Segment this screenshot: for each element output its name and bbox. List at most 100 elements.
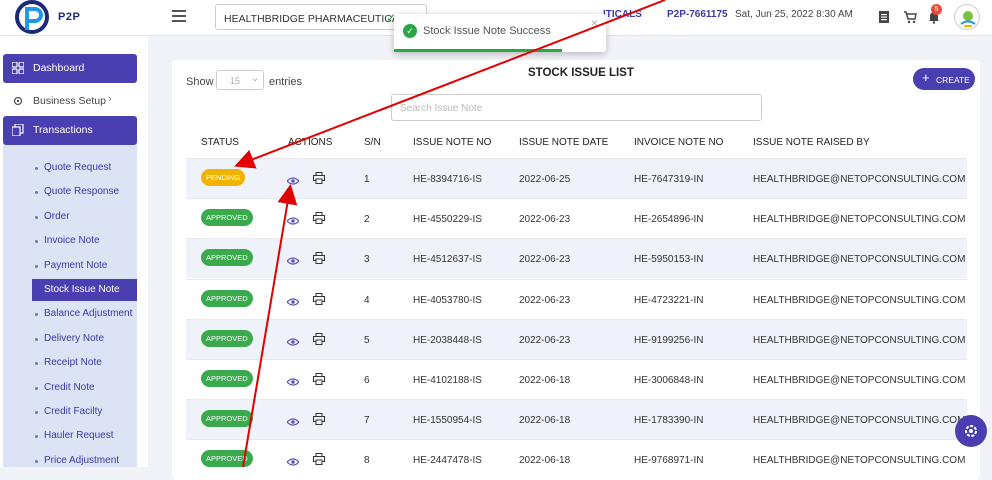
company-name: HEALTHBRIDGE PHARMACEUTICALS — [224, 13, 412, 25]
issue-note-no: HE-1550954-IS — [413, 415, 482, 427]
sidebar-subitem-label: Payment Note — [44, 259, 108, 271]
cart-icon[interactable] — [903, 10, 917, 24]
sidebar-subitem-payment-note[interactable]: Payment Note — [3, 255, 137, 277]
sidebar-item-transactions[interactable]: Transactions — [3, 116, 137, 145]
toast-message: Stock Issue Note Success — [423, 25, 551, 37]
status-badge: APPROVED — [201, 410, 253, 428]
stock-issue-card: Show 15 ⌄ entries STOCK ISSUE LIST + CRE… — [172, 60, 980, 480]
p2p-id: P2P-7661175 — [667, 9, 728, 20]
company-name-partial: ITICALS — [603, 9, 642, 20]
sidebar-subitem-order[interactable]: Order — [3, 206, 137, 228]
transactions-submenu: Quote Request Quote Response Order Invoice … — [3, 145, 137, 467]
issue-note-no: HE-4550229-IS — [413, 214, 482, 226]
column-header[interactable]: S/N — [364, 137, 381, 148]
status-badge: PENDING — [201, 169, 246, 186]
sidebar-subitem-credit-note[interactable]: Credit Note — [3, 377, 137, 399]
sidebar-subitem-hauler-request[interactable]: Hauler Request — [3, 425, 137, 447]
eye-icon[interactable] — [286, 213, 300, 225]
column-header[interactable]: ISSUE NOTE RAISED BY — [753, 137, 870, 148]
notification-badge: 5 — [931, 4, 942, 15]
sidebar-subitem-label: Price Adjustment — [44, 454, 120, 466]
invoice-note-no: HE-1783390-IN — [634, 415, 704, 427]
eye-icon[interactable] — [286, 334, 300, 346]
bullet-icon — [35, 411, 38, 414]
status-badge: APPROVED — [201, 450, 253, 468]
invoice-note-no: HE-2654896-IN — [634, 214, 704, 226]
serial-number: 8 — [364, 455, 370, 467]
user-avatar[interactable] — [954, 4, 980, 30]
sidebar-subitem-delivery-note[interactable]: Delivery Note — [3, 328, 137, 350]
issue-note-date: 2022-06-23 — [519, 334, 571, 346]
printer-icon[interactable] — [313, 292, 325, 305]
table-row: APPROVED 2 HE-4550229-IS 2022-06-23 HE-26548… — [186, 198, 967, 238]
sidebar-subitem-label: Credit Facilty — [44, 406, 103, 417]
bullet-icon — [35, 435, 38, 439]
table-row: APPROVED 8 HE-2447478-IS 2022-06-18 HE-97689… — [186, 439, 967, 479]
printer-icon[interactable] — [313, 251, 325, 265]
settings-fab[interactable] — [955, 415, 987, 447]
raised-by: HEALTHBRIDGE@NETOPCONSULTING.COM — [753, 415, 966, 427]
raised-by: HEALTHBRIDGE@NETOPCONSULTING.COM — [753, 214, 966, 226]
printer-icon[interactable] — [313, 372, 325, 385]
eye-icon[interactable] — [286, 253, 300, 265]
printer-icon[interactable] — [313, 211, 325, 225]
grid-icon — [12, 62, 24, 74]
entries-select[interactable]: 15 ⌄ — [216, 70, 264, 90]
bullet-icon — [35, 337, 38, 341]
table-row: APPROVED 3 HE-4512637-IS 2022-06-23 HE-59501… — [186, 238, 967, 279]
sidebar-subitem-label: Delivery Note — [44, 332, 105, 344]
create-button[interactable]: + CREATE — [913, 68, 975, 90]
bullet-icon — [35, 362, 38, 366]
column-header[interactable]: ISSUE NOTE DATE — [519, 137, 608, 148]
printer-icon[interactable] — [313, 412, 325, 426]
sidebar-subitem-label: Invoice Note — [44, 235, 100, 247]
eye-icon[interactable] — [286, 414, 300, 426]
sidebar-subitem-quote-request[interactable]: Quote Request — [3, 157, 137, 179]
column-header[interactable]: INVOICE NOTE NO — [634, 137, 723, 148]
printer-icon[interactable] — [313, 452, 325, 466]
column-header[interactable]: ISSUE NOTE NO — [413, 137, 491, 148]
issue-note-date: 2022-06-18 — [519, 455, 571, 467]
sidebar-subitem-receipt-note[interactable]: Receipt Note — [3, 352, 137, 374]
search-input[interactable]: Search Issue Note — [391, 94, 762, 121]
hamburger-icon[interactable] — [172, 10, 186, 22]
sidebar-subitem-label: Receipt Note — [44, 357, 102, 369]
status-badge: APPROVED — [201, 289, 253, 307]
copy-icon — [12, 124, 24, 136]
bullet-icon — [35, 240, 38, 244]
entries-value: 15 — [230, 76, 241, 86]
p2p-logo[interactable] — [14, 0, 54, 36]
sidebar-subitem-quote-response[interactable]: Quote Response — [3, 181, 137, 203]
entries-label: entries — [269, 76, 303, 88]
sidebar-subitem-credit-facilty[interactable]: Credit Facilty — [3, 401, 137, 423]
serial-number: 2 — [364, 214, 370, 226]
gear-icon — [965, 425, 977, 437]
invoice-note-no: HE-9768971-IN — [634, 455, 704, 467]
eye-icon[interactable] — [286, 173, 300, 185]
printer-icon[interactable] — [313, 332, 325, 345]
eye-icon[interactable] — [286, 454, 300, 466]
sidebar-subitem-price-adjustment[interactable]: Price Adjustment — [3, 450, 137, 472]
sidebar-subitem-label: Quote Response — [44, 186, 120, 198]
column-header[interactable]: ACTIONS — [288, 137, 332, 148]
column-header[interactable]: STATUS — [201, 137, 239, 148]
sidebar-item-business-setup[interactable]: Business Setup › — [3, 87, 137, 113]
document-icon[interactable] — [877, 10, 891, 24]
eye-icon[interactable] — [286, 374, 300, 386]
issue-note-date: 2022-06-23 — [519, 254, 571, 266]
close-icon[interactable]: × — [591, 16, 598, 30]
invoice-note-no: HE-3006848-IN — [634, 375, 704, 386]
sidebar-subitem-stock-issue-note[interactable]: Stock Issue Note — [32, 279, 137, 301]
sidebar-subitem-label: Credit Note — [44, 381, 95, 393]
sidebar-item-dashboard[interactable]: Dashboard — [3, 54, 137, 83]
raised-by: HEALTHBRIDGE@NETOPCONSULTING.COM — [753, 254, 966, 266]
bullet-icon — [35, 167, 38, 170]
printer-icon[interactable] — [313, 171, 325, 184]
invoice-note-no: HE-4723221-IN — [634, 294, 704, 306]
serial-number: 4 — [364, 294, 370, 306]
sidebar-subitem-invoice-note[interactable]: Invoice Note — [3, 230, 137, 252]
issue-note-date: 2022-06-23 — [519, 294, 571, 306]
sidebar-subitem-balance-adjustment[interactable]: Balance Adjustment — [3, 303, 137, 325]
invoice-note-no: HE-9199256-IN — [634, 334, 704, 346]
eye-icon[interactable] — [286, 294, 300, 306]
